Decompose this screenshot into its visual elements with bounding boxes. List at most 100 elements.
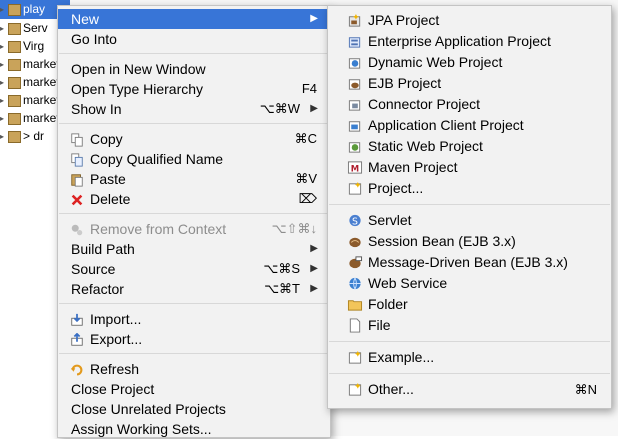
- new-item-label: Application Client Project: [368, 117, 524, 133]
- other-icon: [347, 382, 363, 397]
- expand-arrow-icon[interactable]: ▸: [0, 20, 8, 37]
- shortcut-hint: ⌦: [298, 191, 317, 206]
- message-bean-icon: [347, 255, 363, 270]
- menu-item-label: Close Unrelated Projects: [71, 401, 226, 417]
- submenu-arrow-icon: ▶: [310, 243, 318, 254]
- expand-arrow-icon[interactable]: ▸: [0, 1, 8, 18]
- menu-item-new[interactable]: New ▶: [58, 9, 330, 29]
- project-folder-icon: [8, 112, 21, 125]
- menu-item-refresh[interactable]: Refresh: [58, 359, 330, 379]
- import-icon: [70, 312, 84, 326]
- submenu-separator: [329, 373, 610, 374]
- project-icon: [347, 181, 363, 196]
- shortcut-hint: ⌘N: [574, 382, 597, 397]
- shortcut-hint: ⌥⌘W: [259, 101, 300, 116]
- new-item-example[interactable]: Example...: [328, 347, 611, 368]
- menu-item-open-in-new-window[interactable]: Open in New Window: [58, 59, 330, 79]
- expand-arrow-icon[interactable]: ▸: [0, 74, 8, 91]
- menu-item-export[interactable]: Export...: [58, 329, 330, 349]
- menu-item-copy[interactable]: Copy ⌘C: [58, 129, 330, 149]
- menu-item-go-into[interactable]: Go Into: [58, 29, 330, 49]
- web-service-icon: [347, 276, 363, 291]
- new-item-enterprise-application-project[interactable]: Enterprise Application Project: [328, 31, 611, 52]
- menu-separator: [59, 53, 329, 54]
- menu-item-open-type-hierarchy[interactable]: Open Type Hierarchy F4: [58, 79, 330, 99]
- menu-item-label: New: [71, 11, 100, 27]
- new-item-file[interactable]: File: [328, 315, 611, 336]
- new-item-application-client-project[interactable]: Application Client Project: [328, 115, 611, 136]
- new-item-label: Dynamic Web Project: [368, 54, 503, 70]
- project-folder-icon: [8, 94, 21, 107]
- menu-item-refactor[interactable]: Refactor ⌥⌘T ▶: [58, 279, 330, 299]
- expand-arrow-icon[interactable]: ▸: [0, 110, 8, 127]
- new-item-label: Static Web Project: [368, 138, 483, 154]
- new-item-connector-project[interactable]: Connector Project: [328, 94, 611, 115]
- file-icon: [347, 318, 363, 333]
- remove-context-icon: [70, 222, 84, 236]
- app-client-icon: [347, 118, 363, 133]
- tree-row-label: market: [23, 93, 60, 107]
- expand-arrow-icon[interactable]: ▸: [0, 56, 8, 73]
- new-item-project[interactable]: Project...: [328, 178, 611, 199]
- expand-arrow-icon[interactable]: ▸: [0, 38, 8, 55]
- menu-item-source[interactable]: Source ⌥⌘S ▶: [58, 259, 330, 279]
- new-item-label: Folder: [368, 296, 408, 312]
- maven-icon: M: [347, 160, 363, 175]
- refresh-icon: [70, 362, 84, 376]
- new-item-label: Connector Project: [368, 96, 481, 112]
- new-item-maven-project[interactable]: M Maven Project: [328, 157, 611, 178]
- menu-item-label: Close Project: [71, 381, 155, 397]
- submenu-arrow-icon: ▶: [310, 103, 318, 114]
- menu-item-label: Export...: [90, 331, 143, 347]
- menu-item-import[interactable]: Import...: [58, 309, 330, 329]
- menu-item-show-in[interactable]: Show In ⌥⌘W ▶: [58, 99, 330, 119]
- new-item-label: EJB Project: [368, 75, 442, 91]
- folder-icon: [347, 297, 363, 312]
- shortcut-hint: ⌥⇧⌘↓: [271, 221, 317, 236]
- new-item-ejb-project[interactable]: EJB Project: [328, 73, 611, 94]
- new-item-label: Project...: [368, 180, 424, 196]
- shortcut-hint: F4: [301, 81, 317, 96]
- web-project-icon: [8, 3, 21, 16]
- menu-item-label: Open in New Window: [71, 61, 206, 77]
- menu-item-copy-qualified-name[interactable]: Copy Qualified Name: [58, 149, 330, 169]
- submenu-arrow-icon: ▶: [310, 263, 318, 274]
- new-item-folder[interactable]: Folder: [328, 294, 611, 315]
- menu-separator: [59, 353, 329, 354]
- menu-item-label: Paste: [90, 171, 126, 187]
- new-item-label: Servlet: [368, 212, 412, 228]
- expand-arrow-icon[interactable]: ▸: [0, 128, 8, 145]
- new-item-label: Other...: [368, 381, 414, 397]
- menu-item-delete[interactable]: Delete ⌦: [58, 189, 330, 209]
- shortcut-hint: ⌘C: [294, 131, 317, 146]
- menu-item-build-path[interactable]: Build Path ▶: [58, 239, 330, 259]
- submenu-arrow-icon: ▶: [310, 13, 318, 24]
- servlet-icon: S: [347, 213, 363, 228]
- new-item-label: Session Bean (EJB 3.x): [368, 233, 516, 249]
- new-item-dynamic-web-project[interactable]: Dynamic Web Project: [328, 52, 611, 73]
- jpa-project-icon: [347, 13, 363, 28]
- menu-item-remove-from-context: Remove from Context ⌥⇧⌘↓: [58, 219, 330, 239]
- new-item-servlet[interactable]: S Servlet: [328, 210, 611, 231]
- expand-arrow-icon[interactable]: ▸: [0, 92, 8, 109]
- new-item-other[interactable]: Other... ⌘N: [328, 379, 611, 400]
- new-item-jpa-project[interactable]: JPA Project: [328, 10, 611, 31]
- new-item-message-driven-bean-ejb-3-x[interactable]: Message-Driven Bean (EJB 3.x): [328, 252, 611, 273]
- menu-item-label: Assign Working Sets...: [71, 421, 212, 437]
- new-item-session-bean-ejb-3-x[interactable]: Session Bean (EJB 3.x): [328, 231, 611, 252]
- tree-row-label: > dr: [23, 129, 45, 143]
- delete-icon: [70, 192, 84, 206]
- new-item-static-web-project[interactable]: Static Web Project: [328, 136, 611, 157]
- tree-row-label: market: [23, 57, 60, 71]
- menu-item-label: Delete: [90, 191, 131, 207]
- menu-item-label: Import...: [90, 311, 142, 327]
- menu-item-paste[interactable]: Paste ⌘V: [58, 169, 330, 189]
- tree-row-label: play: [23, 2, 46, 16]
- menu-item-close-unrelated-projects[interactable]: Close Unrelated Projects: [58, 399, 330, 419]
- menu-item-label: Remove from Context: [90, 221, 227, 237]
- session-bean-icon: [347, 234, 363, 249]
- tree-row-label: market: [23, 75, 60, 89]
- menu-item-assign-working-sets[interactable]: Assign Working Sets...: [58, 419, 330, 439]
- menu-item-close-project[interactable]: Close Project: [58, 379, 330, 399]
- new-item-web-service[interactable]: Web Service: [328, 273, 611, 294]
